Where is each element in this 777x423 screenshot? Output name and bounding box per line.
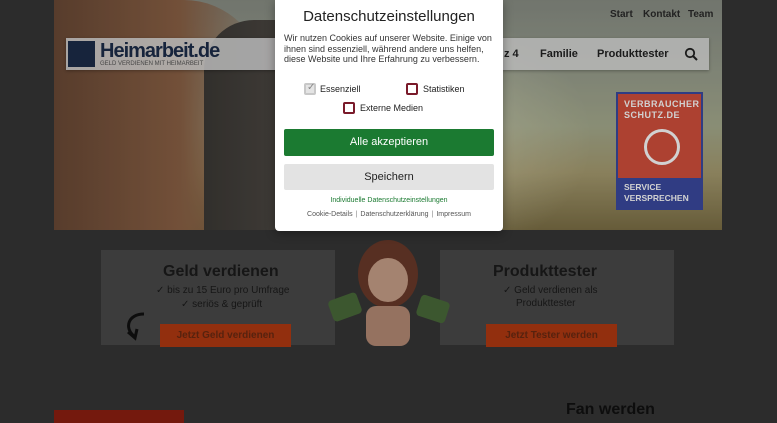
separator: | <box>355 211 358 218</box>
checkbox-externe-medien[interactable] <box>343 102 355 114</box>
save-button[interactable]: Speichern <box>284 164 494 190</box>
label-essenziell: Essenziell <box>320 84 361 94</box>
consent-dialog: Datenschutzeinstellungen Wir nutzen Cook… <box>275 0 503 231</box>
checkbox-statistiken[interactable] <box>406 83 418 95</box>
accept-all-button[interactable]: Alle akzeptieren <box>284 129 494 156</box>
cookie-details-link[interactable]: Cookie-Details <box>307 211 353 218</box>
privacy-policy-link[interactable]: Datenschutzerklärung <box>360 211 428 218</box>
label-statistiken: Statistiken <box>423 84 465 94</box>
imprint-link[interactable]: Impressum <box>436 211 471 218</box>
consent-footer-links: Cookie-Details | Datenschutzerklärung | Impr… <box>275 211 503 218</box>
label-externe-medien: Externe Medien <box>360 103 424 113</box>
consent-description: Wir nutzen Cookies auf unserer Website. … <box>284 33 492 64</box>
consent-title: Datenschutzeinstellungen <box>303 8 475 25</box>
individual-settings-link[interactable]: Individuelle Datenschutzeinstellungen <box>275 197 503 204</box>
checkbox-essenziell[interactable] <box>304 82 316 95</box>
separator: | <box>431 211 434 218</box>
